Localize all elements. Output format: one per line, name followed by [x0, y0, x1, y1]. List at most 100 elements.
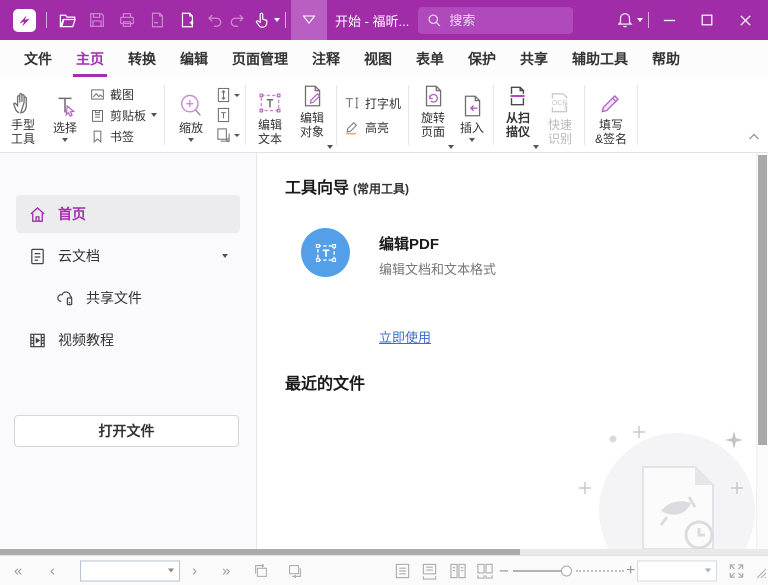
tab-share[interactable]: 共享 [508, 40, 560, 78]
select-tool-label: 选择 [53, 121, 77, 135]
page-number-combobox[interactable] [80, 560, 180, 581]
save-icon[interactable] [82, 5, 112, 35]
vertical-scrollbar-thumb[interactable] [758, 155, 767, 445]
hand-pointer-icon [250, 5, 274, 35]
new-document-icon[interactable] [172, 5, 202, 35]
close-button[interactable] [730, 5, 760, 35]
main-panel: 工具向导(常用工具) 编辑PDF 编辑文档和文本格式 立即使用 最近的文件 [257, 153, 768, 549]
titlebar-separator [46, 12, 47, 28]
facing-continuous-view-button[interactable] [476, 562, 494, 580]
foxit-logo-icon[interactable] [13, 9, 36, 32]
open-file-button-label: 打开文件 [99, 421, 155, 441]
zoom-tool-button[interactable]: 缩放 [168, 88, 214, 142]
select-cursor-icon [52, 91, 78, 121]
tab-convert[interactable]: 转换 [116, 40, 168, 78]
hand-mode-button[interactable] [250, 5, 280, 35]
highlight-button[interactable]: 高亮 [344, 118, 401, 136]
sidebar-item-cloud-docs[interactable]: 云文档 [16, 237, 240, 275]
collapse-ribbon-button[interactable] [748, 128, 760, 146]
undo-icon[interactable] [202, 5, 226, 35]
zoom-level-combobox[interactable] [637, 560, 717, 581]
bookmark-label: 书签 [110, 128, 134, 145]
reflow-button[interactable] [216, 127, 240, 143]
hand-tool-button[interactable]: 手型 工具 [2, 85, 44, 146]
redo-icon[interactable] [226, 5, 250, 35]
ocr-icon: OCR [547, 88, 573, 118]
page-number-input[interactable] [86, 564, 160, 578]
insert-pages-button[interactable]: 插入 [454, 88, 490, 142]
zoom-level-input[interactable] [643, 564, 699, 578]
maximize-button[interactable] [692, 5, 722, 35]
open-file-button[interactable]: 打开文件 [14, 415, 239, 447]
bookmark-button[interactable]: 书签 [90, 127, 157, 145]
vertical-scrollbar[interactable] [756, 153, 768, 549]
zoom-in-button[interactable]: + [626, 563, 635, 579]
next-view-button[interactable] [286, 562, 304, 580]
first-page-button[interactable]: « [14, 563, 22, 578]
zoom-level-caret-icon[interactable] [705, 569, 711, 573]
reflow-caret-icon [234, 134, 240, 137]
search-input[interactable] [449, 13, 549, 28]
insert-caret-icon [469, 138, 475, 142]
actual-size-button[interactable] [216, 107, 240, 123]
tab-edit[interactable]: 编辑 [168, 40, 220, 78]
sidebar-item-home[interactable]: 首页 [16, 195, 240, 233]
typewriter-button[interactable]: 打字机 [344, 94, 401, 112]
start-tab-menu-button[interactable] [291, 0, 327, 40]
page-number-caret-icon[interactable] [168, 569, 174, 573]
last-page-button[interactable]: » [222, 563, 230, 578]
sidebar-home-label: 首页 [58, 204, 86, 224]
next-page-button[interactable]: › [192, 563, 197, 578]
tab-page-management[interactable]: 页面管理 [220, 40, 300, 78]
zoom-slider-track-right[interactable] [576, 570, 624, 572]
previous-page-button[interactable]: ‹ [50, 563, 55, 578]
sidebar-item-video-tutorials[interactable]: 视频教程 [16, 321, 240, 359]
continuous-view-button[interactable] [421, 562, 438, 580]
cloud-docs-expand-caret-icon[interactable] [222, 254, 228, 258]
from-scanner-button[interactable]: 从扫 描仪 [497, 78, 539, 153]
toolbar-separator [336, 85, 337, 145]
use-now-link[interactable]: 立即使用 [379, 327, 431, 346]
zoom-slider-track-left[interactable] [513, 570, 563, 572]
edit-object-button[interactable]: 编辑 对象 [291, 78, 333, 153]
zoom-out-button[interactable]: − [499, 562, 509, 579]
export-page-icon[interactable] [142, 5, 172, 35]
tab-home[interactable]: 主页 [64, 40, 116, 78]
tab-file[interactable]: 文件 [12, 40, 64, 78]
snapshot-button[interactable]: 截图 [90, 85, 157, 103]
quick-ocr-button[interactable]: OCR 快速 识别 [539, 85, 581, 146]
select-dropdown-caret-icon [62, 138, 68, 142]
edit-text-label: 编辑 文本 [258, 118, 282, 146]
from-scanner-label: 从扫 描仪 [506, 111, 530, 153]
zoom-slider-thumb[interactable] [561, 565, 572, 576]
facing-view-button[interactable] [449, 562, 467, 580]
select-tool-button[interactable]: 选择 [44, 88, 86, 142]
notification-bell-icon[interactable] [613, 5, 637, 35]
tab-protect[interactable]: 保护 [456, 40, 508, 78]
titlebar-separator [285, 12, 286, 28]
fit-page-button[interactable] [216, 87, 240, 103]
print-icon[interactable] [112, 5, 142, 35]
tab-view[interactable]: 视图 [352, 40, 404, 78]
tab-form[interactable]: 表单 [404, 40, 456, 78]
sidebar-item-shared-files[interactable]: 共享文件 [16, 279, 240, 317]
actual-size-icon [216, 107, 231, 123]
fill-sign-button[interactable]: 填写 &签名 [588, 85, 634, 146]
clipboard-button[interactable]: 剪贴板 [90, 106, 157, 124]
edit-pdf-card-icon[interactable] [301, 228, 350, 277]
sparkle-dot-icon [609, 430, 617, 448]
toolbar-separator [584, 85, 585, 145]
tab-comment[interactable]: 注释 [300, 40, 352, 78]
search-box[interactable] [418, 7, 573, 34]
notification-dropdown-caret-icon[interactable] [637, 18, 643, 22]
open-file-icon[interactable] [52, 5, 82, 35]
tab-help[interactable]: 帮助 [640, 40, 692, 78]
single-page-view-button[interactable] [394, 562, 411, 580]
edit-text-button[interactable]: 编辑 文本 [249, 85, 291, 146]
window-resize-grip[interactable] [756, 566, 767, 584]
rotate-pages-button[interactable]: 旋转 页面 [412, 78, 454, 153]
fullscreen-button[interactable] [728, 562, 745, 579]
minimize-button[interactable] [654, 5, 684, 35]
previous-view-button[interactable] [252, 562, 270, 580]
tab-accessibility[interactable]: 辅助工具 [560, 40, 640, 78]
